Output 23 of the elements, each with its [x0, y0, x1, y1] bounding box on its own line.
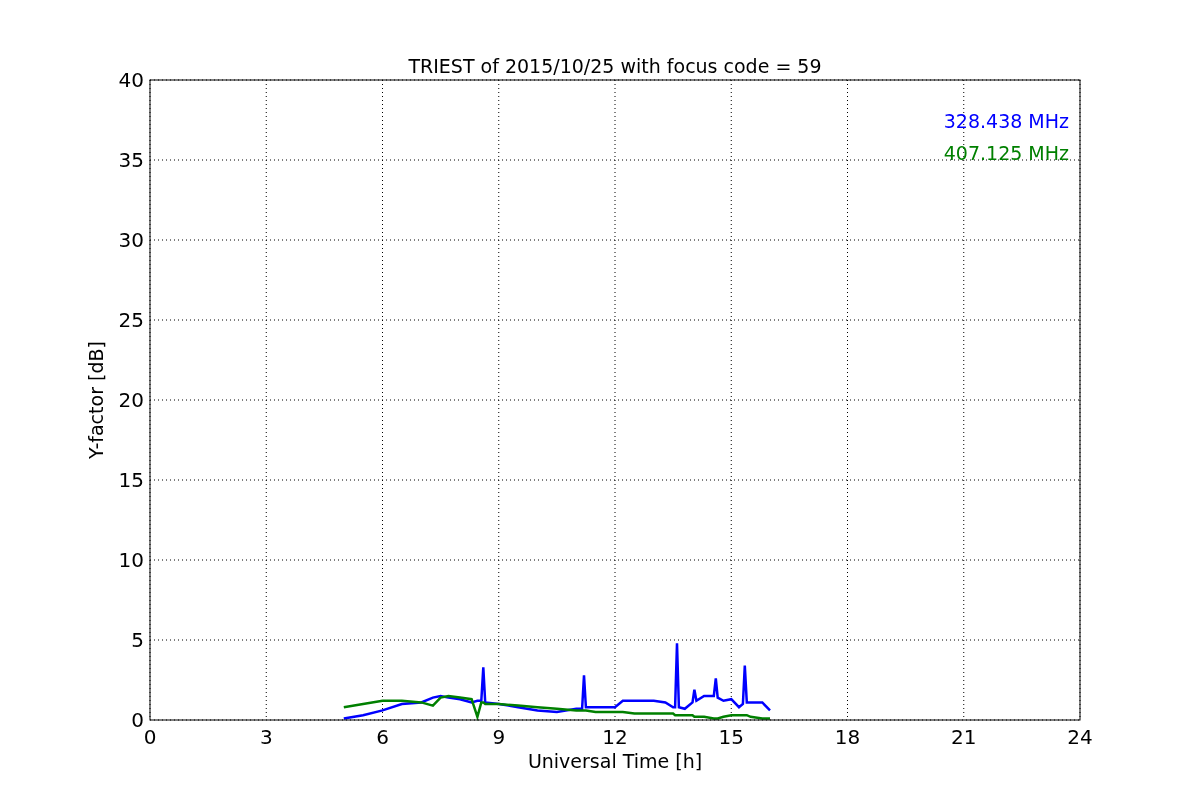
y-tick-label: 40 [118, 68, 144, 92]
x-tick-label: 21 [951, 725, 977, 749]
legend-label: 407.125 MHz [943, 142, 1069, 164]
y-tick-label: 35 [118, 148, 144, 172]
x-tick-label: 3 [259, 725, 273, 749]
y-tick-label: 5 [131, 628, 144, 652]
x-tick-label: 9 [492, 725, 506, 749]
chart-title: TRIEST of 2015/10/25 with focus code = 59 [408, 55, 822, 77]
x-tick-label: 18 [834, 725, 861, 749]
x-tick-label: 24 [1067, 725, 1093, 749]
x-tick-label: 15 [718, 725, 744, 749]
y-tick-label: 20 [118, 388, 144, 412]
y-tick-label: 30 [118, 228, 144, 252]
legend-label: 328.438 MHz [943, 110, 1069, 132]
y-tick-label: 10 [118, 548, 144, 572]
x-axis-label: Universal Time [h] [527, 750, 703, 772]
x-tick-label: 0 [143, 725, 157, 749]
y-tick-label: 0 [131, 708, 144, 732]
x-tick-label: 12 [602, 725, 628, 749]
y-tick-label: 25 [118, 308, 144, 332]
x-tick-label: 6 [376, 725, 389, 749]
y-tick-label: 15 [118, 468, 144, 492]
y-axis-label: Y-factor [dB] [85, 341, 107, 459]
